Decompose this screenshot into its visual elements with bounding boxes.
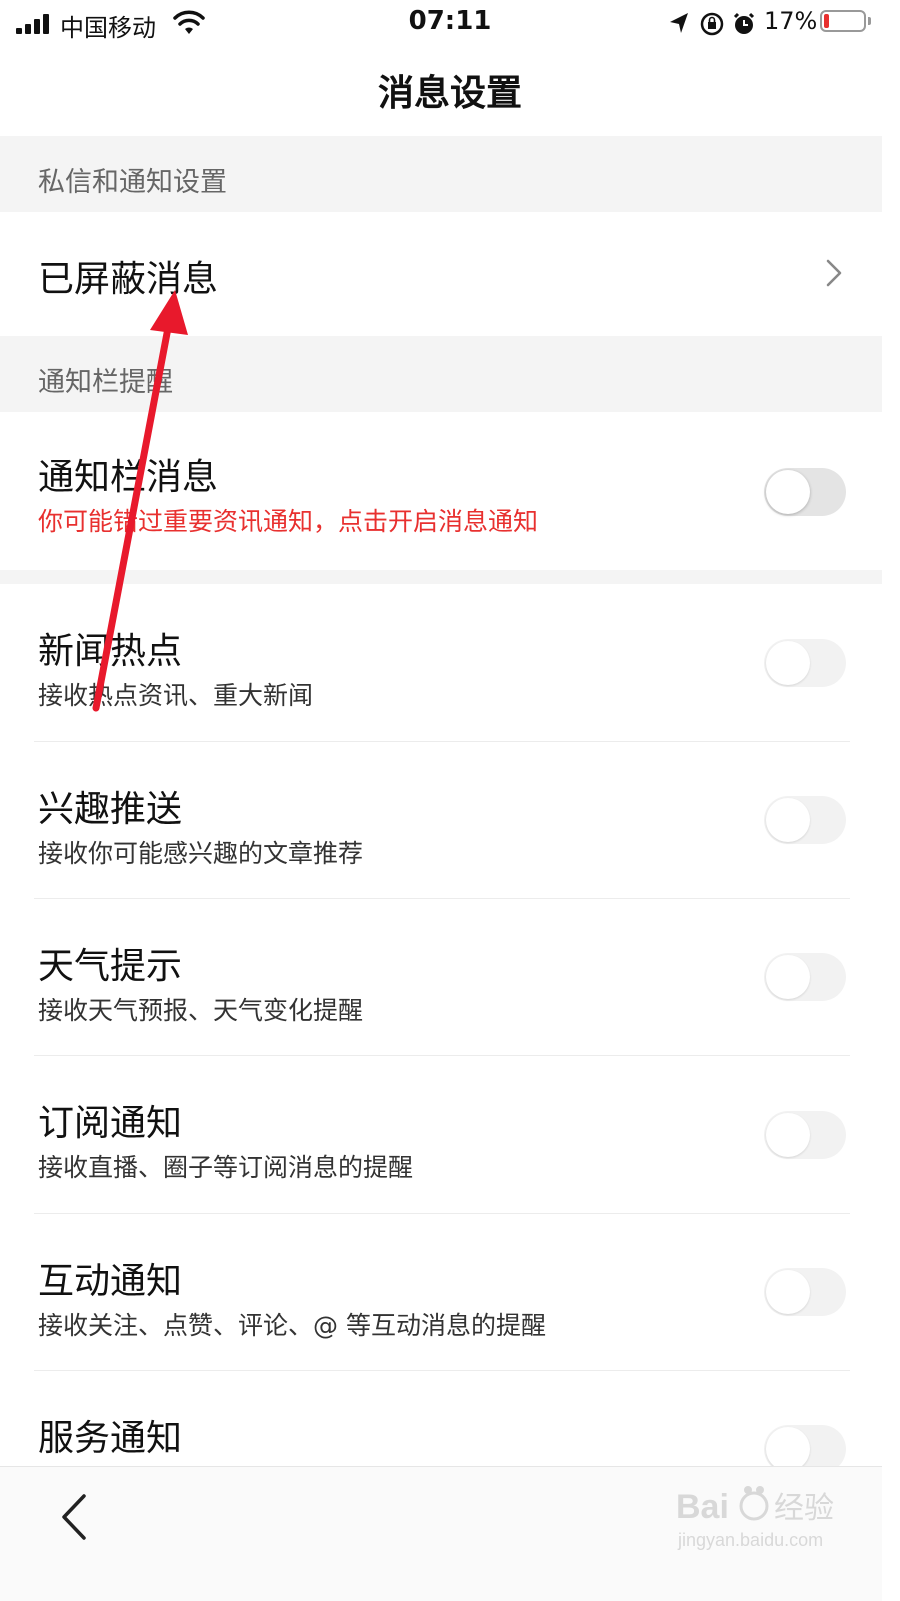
toggle-knob	[766, 1113, 810, 1157]
section-gap	[0, 570, 882, 584]
item-title: 新闻热点	[38, 631, 183, 672]
page-title: 消息设置	[377, 73, 522, 114]
section-header-label: 通知栏提醒	[38, 367, 173, 398]
battery-tip	[868, 17, 871, 25]
notification-bar-toggle[interactable]	[764, 468, 846, 516]
service-toggle[interactable]	[764, 1425, 846, 1466]
subscription-row: 订阅通知 接收直播、圈子等订阅消息的提醒	[0, 1056, 882, 1213]
weather-row: 天气提示 接收天气预报、天气变化提醒	[0, 899, 882, 1055]
toggle-knob	[766, 1427, 810, 1466]
interaction-toggle[interactable]	[764, 1268, 846, 1316]
chevron-right-icon	[826, 259, 842, 287]
notification-warning-text[interactable]: 你可能错过重要资讯通知，点击开启消息通知	[38, 502, 538, 538]
toggle-knob	[766, 641, 810, 685]
baidu-watermark: Bai 经验 jingyan.baidu.com	[676, 1486, 834, 1550]
battery-fill	[824, 14, 829, 28]
interest-push-row: 兴趣推送 接收你可能感兴趣的文章推荐	[0, 742, 882, 898]
item-subtitle: 接收热点资讯、重大新闻	[38, 681, 314, 710]
section-header-notification-bar: 通知栏提醒	[0, 336, 882, 412]
toggle-knob	[766, 798, 810, 842]
item-title: 天气提示	[38, 946, 183, 987]
chevron-left-icon[interactable]	[56, 1492, 96, 1542]
item-subtitle: 接收你可能感兴趣的文章推荐	[38, 839, 364, 868]
alarm-icon	[733, 12, 755, 34]
blocked-messages-row[interactable]: 已屏蔽消息	[0, 212, 882, 336]
interaction-row: 互动通知 接收关注、点赞、评论、@ 等互动消息的提醒	[0, 1214, 882, 1370]
toggle-knob	[766, 470, 810, 514]
item-subtitle: 接收天气预报、天气变化提醒	[38, 996, 364, 1025]
battery-percent: 17%	[764, 7, 818, 35]
subscription-toggle[interactable]	[764, 1111, 846, 1159]
toggle-knob	[766, 955, 810, 999]
section-header-label: 私信和通知设置	[38, 167, 227, 198]
item-title: 服务通知	[38, 1418, 183, 1459]
interest-push-toggle[interactable]	[764, 796, 846, 844]
battery-icon	[820, 10, 866, 32]
section-header-private: 私信和通知设置	[0, 136, 882, 212]
weather-toggle[interactable]	[764, 953, 846, 1001]
svg-text:Bai: Bai	[676, 1488, 729, 1526]
rotation-lock-icon	[700, 12, 724, 36]
service-row: 服务通知	[0, 1371, 882, 1466]
blocked-messages-label: 已屏蔽消息	[38, 259, 219, 300]
news-hot-row: 新闻热点 接收热点资讯、重大新闻	[0, 584, 882, 741]
svg-text:经验: 经验	[774, 1491, 834, 1526]
item-title: 互动通知	[38, 1261, 183, 1302]
toggle-knob	[766, 1270, 810, 1314]
item-subtitle: 接收直播、圈子等订阅消息的提醒	[38, 1153, 414, 1182]
item-title: 兴趣推送	[38, 789, 183, 830]
status-right-icons	[670, 12, 755, 36]
notification-bar-title: 通知栏消息	[38, 457, 219, 498]
status-bar: 中国移动 07:11 17%	[0, 0, 900, 48]
news-hot-toggle[interactable]	[764, 639, 846, 687]
item-subtitle: 接收关注、点赞、评论、@ 等互动消息的提醒	[38, 1311, 546, 1340]
item-title: 订阅通知	[38, 1103, 183, 1144]
svg-text:jingyan.baidu.com: jingyan.baidu.com	[677, 1530, 823, 1550]
notification-bar-row: 通知栏消息 你可能错过重要资讯通知，点击开启消息通知	[0, 412, 882, 570]
location-icon	[670, 13, 688, 33]
